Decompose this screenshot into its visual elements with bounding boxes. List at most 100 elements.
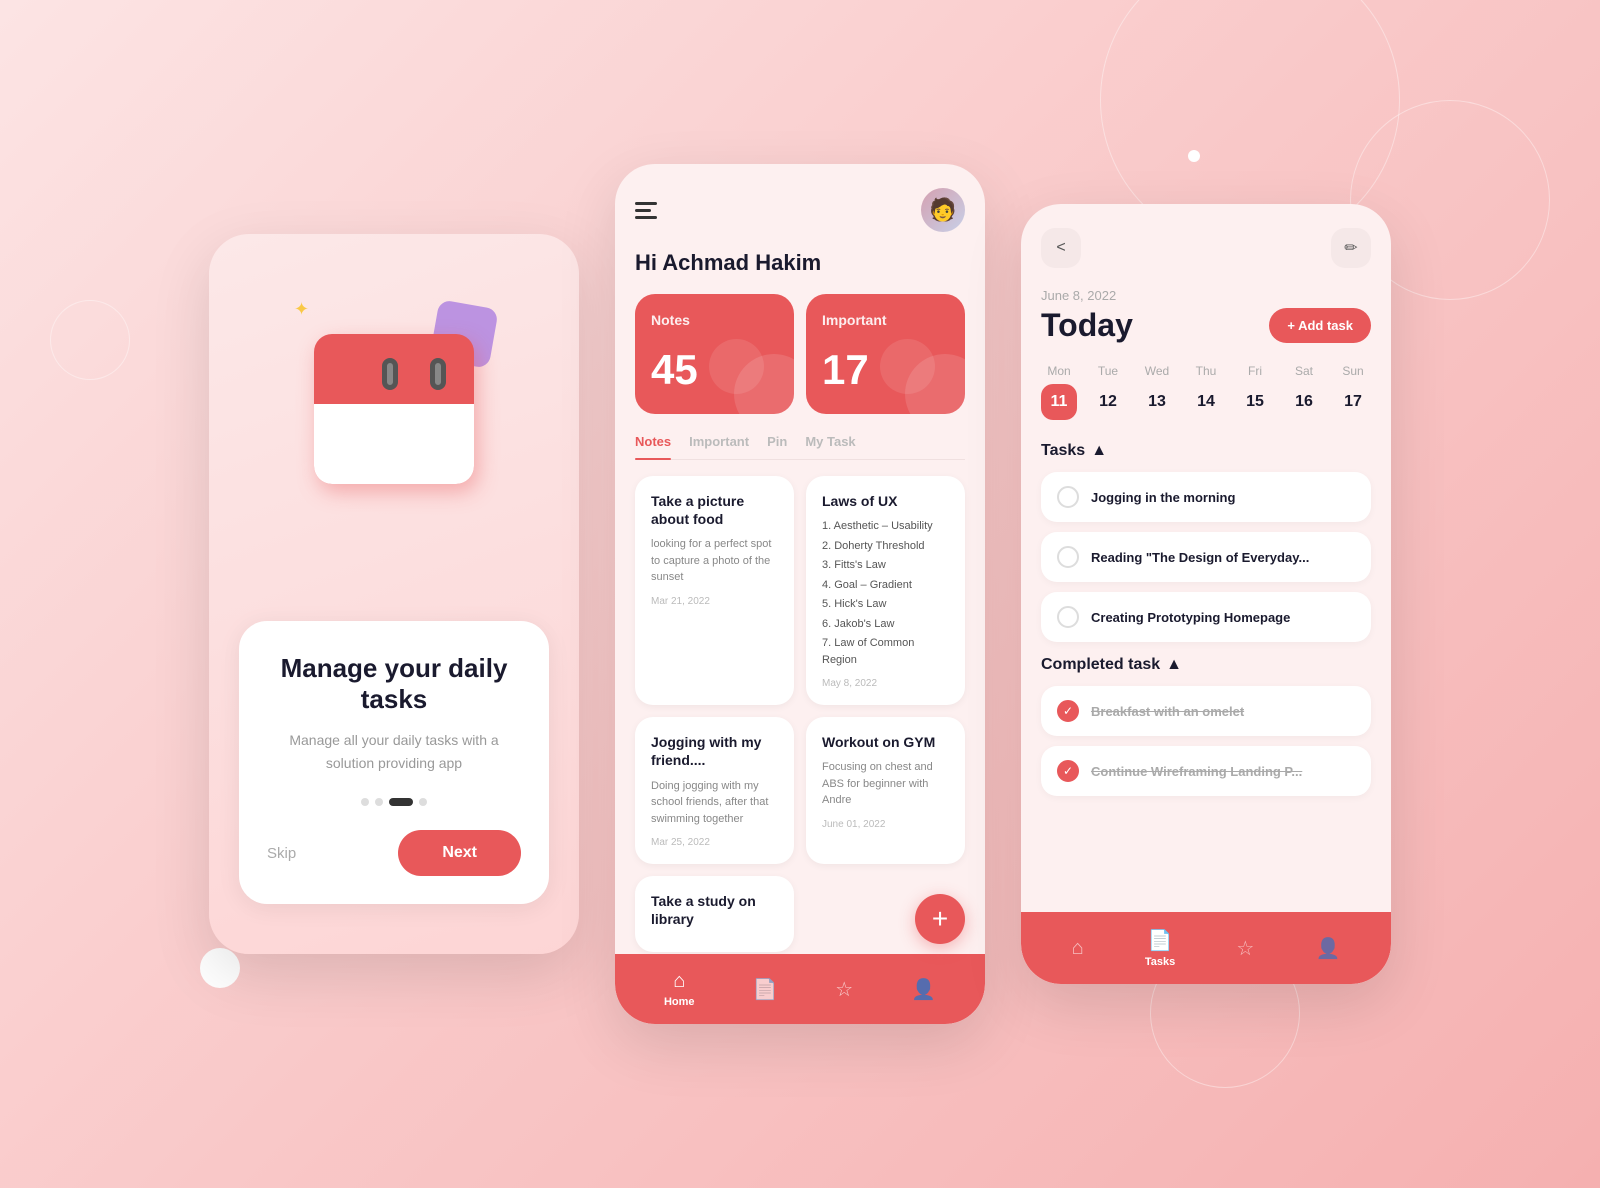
task-checkbox-3[interactable] [1057,606,1079,628]
task-item-2[interactable]: Reading "The Design of Everyday... [1041,532,1371,582]
fab-add-button[interactable]: + [915,894,965,944]
note-card-4[interactable]: Workout on GYM Focusing on chest and ABS… [806,717,965,864]
note-card-5[interactable]: Take a study on library [635,876,794,952]
ux-item-2: 2. Doherty Threshold [822,538,949,555]
back-button[interactable]: < [1041,228,1081,268]
day-num-17: 17 [1335,384,1371,420]
profile-icon-3: 👤 [1316,936,1341,961]
day-num-12: 12 [1090,384,1126,420]
notes-tabs: Notes Important Pin My Task [635,434,965,460]
note-card-3[interactable]: Jogging with my friend.... Doing jogging… [635,717,794,864]
completed-task-1[interactable]: ✓ Breakfast with an omelet [1041,686,1371,736]
nav3-profile[interactable]: 👤 [1316,936,1341,961]
nav3-tasks-label: Tasks [1145,956,1175,968]
tasks-icon-3: 📄 [1148,928,1173,953]
onboarding-card: Manage your daily tasks Manage all your … [239,621,549,904]
nav-notes-icon[interactable]: 📄 [752,977,777,1002]
day-num-15: 15 [1237,384,1273,420]
task-item-1[interactable]: Jogging in the morning [1041,472,1371,522]
note-body-1: looking for a perfect spot to capture a … [651,536,778,586]
edit-button[interactable]: ✏ [1331,228,1371,268]
star-icon-3: ☆ [1236,936,1254,961]
note-card-1[interactable]: Take a picture about food looking for a … [635,476,794,705]
dot-1 [361,798,369,806]
completed-checkbox-1[interactable]: ✓ [1057,700,1079,722]
notes-label: Notes [651,312,778,328]
today-row: Today + Add task [1041,307,1371,344]
completed-task-2[interactable]: ✓ Continue Wireframing Landing P... [1041,746,1371,796]
tab-pin[interactable]: Pin [767,434,787,459]
bottom-nav-2: ⌂ Home 📄 ☆ 👤 [615,954,985,1024]
note-date-2: May 8, 2022 [822,678,949,689]
progress-dots [267,798,521,806]
add-task-button[interactable]: + Add task [1269,308,1371,343]
home-icon-3: ⌂ [1072,937,1084,960]
stat-cards: Notes 45 Important 17 [635,294,965,414]
day-name-fri: Fri [1248,364,1262,378]
tab-mytask[interactable]: My Task [805,434,855,459]
tasks-arrow-icon: ▲ [1091,442,1107,460]
notes-grid: Take a picture about food looking for a … [635,476,965,952]
week-day-sun[interactable]: Sun 17 [1335,364,1371,420]
week-day-sat[interactable]: Sat 16 [1286,364,1322,420]
task-item-3[interactable]: Creating Prototyping Homepage [1041,592,1371,642]
screen-onboarding: ✓ ✦ Manage your daily tasks Manage all y… [209,234,579,954]
onboard-title: Manage your daily tasks [267,653,521,715]
notes-stat-card[interactable]: Notes 45 [635,294,794,414]
tasks-content: < ✏ June 8, 2022 Today + Add task Mon 11 [1021,204,1391,912]
screens-container: ✓ ✦ Manage your daily tasks Manage all y… [209,164,1391,1024]
note-date-3: Mar 25, 2022 [651,837,778,848]
calendar-illustration: ✓ ✦ [284,294,504,514]
day-name-tue: Tue [1098,364,1118,378]
calendar-body: ✓ [314,334,474,484]
task-checkbox-2[interactable] [1057,546,1079,568]
skip-button[interactable]: Skip [267,845,296,862]
important-stat-card[interactable]: Important 17 [806,294,965,414]
notes-count: 45 [651,346,778,394]
dot-4 [419,798,427,806]
completed-arrow-icon: ▲ [1166,656,1182,674]
next-button[interactable]: Next [398,830,521,876]
nav3-star[interactable]: ☆ [1236,936,1254,961]
week-day-tue[interactable]: Tue 12 [1090,364,1126,420]
note-body-2: 1. Aesthetic – Usability 2. Doherty Thre… [822,518,949,668]
week-day-thu[interactable]: Thu 14 [1188,364,1224,420]
day-name-mon: Mon [1047,364,1070,378]
bottom-nav-3: ⌂ 📄 Tasks ☆ 👤 [1021,912,1391,984]
note-title-2: Laws of UX [822,492,949,510]
note-card-2[interactable]: Laws of UX 1. Aesthetic – Usability 2. D… [806,476,965,705]
note-title-1: Take a picture about food [651,492,778,528]
completed-text-2: Continue Wireframing Landing P... [1091,764,1302,779]
week-day-fri[interactable]: Fri 15 [1237,364,1273,420]
avatar[interactable]: 🧑 [921,188,965,232]
nav3-home[interactable]: ⌂ [1072,937,1084,960]
ux-item-7: 7. Law of Common Region [822,635,949,668]
week-day-wed[interactable]: Wed 13 [1139,364,1175,420]
menu-icon[interactable] [635,202,657,219]
ring-right [430,358,446,390]
note-body-3: Doing jogging with my school friends, af… [651,778,778,828]
task-checkbox-1[interactable] [1057,486,1079,508]
today-title: Today [1041,307,1133,344]
note-title-4: Workout on GYM [822,733,949,751]
ring-left [382,358,398,390]
star-decoration: ✦ [294,299,309,320]
completed-checkbox-2[interactable]: ✓ [1057,760,1079,782]
nav-home[interactable]: ⌂ Home [664,970,695,1008]
dot-2 [375,798,383,806]
notes-nav-icon: 📄 [752,977,777,1002]
day-name-thu: Thu [1196,364,1217,378]
screen-notes: 🧑 Hi Achmad Hakim Notes 45 Important 17 … [615,164,985,1024]
edit-icon: ✏ [1344,238,1357,258]
week-day-mon[interactable]: Mon 11 [1041,364,1077,420]
tab-notes[interactable]: Notes [635,434,671,459]
nav3-tasks[interactable]: 📄 Tasks [1145,928,1175,968]
tab-important[interactable]: Important [689,434,749,459]
note-body-4: Focusing on chest and ABS for beginner w… [822,759,949,809]
note-title-3: Jogging with my friend.... [651,733,778,769]
nav-star[interactable]: ☆ [835,977,853,1002]
star-icon: ☆ [835,977,853,1002]
greeting-text: Hi Achmad Hakim [635,250,965,276]
nav-profile[interactable]: 👤 [911,977,936,1002]
completed-section-title: Completed task ▲ [1041,656,1371,674]
